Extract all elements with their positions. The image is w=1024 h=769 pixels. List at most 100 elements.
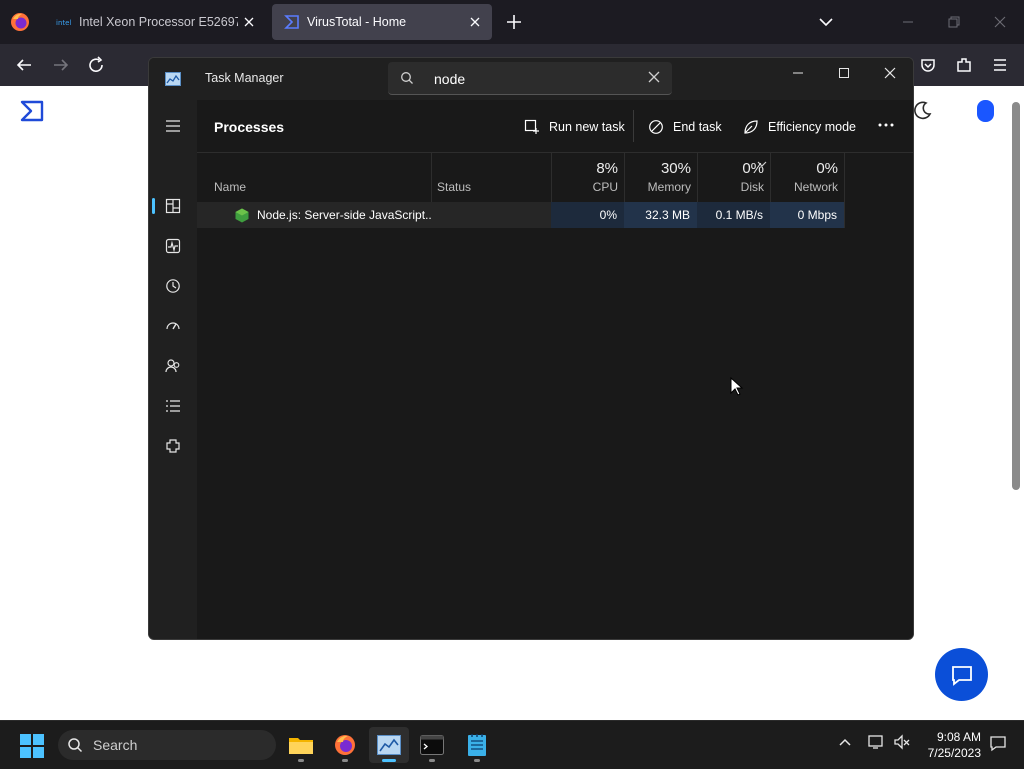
network-icon[interactable] — [868, 734, 886, 753]
end-task-icon — [649, 120, 663, 134]
app-menu-icon[interactable] — [988, 53, 1012, 77]
more-options-icon[interactable] — [877, 116, 895, 137]
app-history-icon[interactable] — [157, 270, 189, 302]
show-hidden-icons-icon[interactable] — [837, 734, 853, 753]
column-header-disk[interactable]: 0% Disk — [697, 152, 770, 200]
task-manager-titlebar[interactable]: Task Manager — [149, 58, 913, 100]
svg-text:intel: intel — [56, 19, 71, 27]
taskbar-search[interactable]: Search — [58, 730, 276, 760]
column-header-status[interactable]: Status — [431, 152, 551, 200]
pocket-icon[interactable] — [916, 53, 940, 77]
close-tab-icon[interactable] — [464, 11, 486, 33]
browser-restore-icon[interactable] — [931, 8, 977, 36]
end-task-button[interactable]: End task — [648, 116, 722, 138]
users-icon[interactable] — [157, 350, 189, 382]
efficiency-leaf-icon — [744, 120, 758, 134]
search-icon — [68, 738, 83, 753]
tab-virustotal[interactable]: VirusTotal - Home — [272, 4, 492, 40]
column-header-cpu[interactable]: 8% CPU — [551, 152, 624, 200]
notifications-icon[interactable] — [989, 734, 1007, 755]
browser-close-icon[interactable] — [977, 8, 1023, 36]
end-task-label: End task — [673, 120, 722, 134]
process-network-cell: 0 Mbps — [770, 202, 844, 228]
task-manager-search[interactable] — [388, 62, 672, 95]
reload-icon[interactable] — [84, 53, 108, 77]
tm-minimize-icon[interactable] — [775, 58, 821, 88]
file-explorer-icon[interactable] — [281, 727, 321, 763]
processes-page: Processes Run new task End task Efficien… — [197, 100, 913, 639]
process-disk-cell: 0.1 MB/s — [697, 202, 770, 228]
process-memory-cell: 32.3 MB — [624, 202, 697, 228]
processes-toolbar: Processes Run new task End task Efficien… — [197, 100, 913, 153]
mouse-cursor-icon — [730, 376, 744, 400]
run-new-task-label: Run new task — [549, 120, 625, 134]
process-cpu-cell: 0% — [551, 202, 624, 228]
firefox-icon[interactable] — [325, 727, 365, 763]
virustotal-icon — [284, 14, 300, 30]
forward-icon[interactable] — [49, 53, 73, 77]
browser-tab-strip: intel Intel Xeon Processor E52697 v2 ...… — [0, 0, 1024, 44]
back-icon[interactable] — [12, 53, 36, 77]
performance-icon[interactable] — [157, 230, 189, 262]
startup-apps-icon[interactable] — [157, 310, 189, 342]
process-status-cell — [431, 202, 551, 228]
terminal-icon[interactable] — [412, 727, 452, 763]
details-icon[interactable] — [157, 390, 189, 422]
firefox-view-icon[interactable] — [9, 11, 31, 33]
virustotal-logo-icon[interactable] — [20, 100, 44, 125]
task-manager-taskbar-icon[interactable] — [369, 727, 409, 763]
network-total: 0% — [816, 160, 838, 177]
efficiency-mode-button[interactable]: Efficiency mode — [743, 116, 856, 138]
clock-time: 9:08 AM — [936, 730, 981, 744]
page-title: Processes — [214, 119, 285, 135]
table-row[interactable]: Node.js: Server-side JavaScript... 0% 32… — [197, 202, 913, 228]
new-tab-icon[interactable] — [503, 11, 525, 33]
tm-maximize-icon[interactable] — [821, 58, 867, 88]
efficiency-mode-label: Efficiency mode — [768, 120, 857, 134]
volume-muted-icon[interactable] — [893, 734, 911, 753]
task-manager-window: Task Manager node Processes Run new task… — [148, 57, 914, 640]
tab-title: Intel Xeon Processor E52697 v2 ... — [79, 15, 238, 29]
taskbar-clock[interactable]: 9:08 AM 7/25/2023 — [917, 729, 981, 761]
memory-total: 30% — [660, 160, 691, 177]
notepad-icon[interactable] — [457, 727, 497, 763]
column-header-memory[interactable]: 30% Memory — [624, 152, 697, 200]
tm-close-icon[interactable] — [867, 58, 913, 88]
page-scrollbar[interactable] — [1012, 102, 1020, 490]
run-new-task-button[interactable]: Run new task — [524, 116, 625, 138]
toolbar-divider — [633, 110, 634, 142]
windows-taskbar: Search 9:08 AM 7/25/2023 — [0, 720, 1024, 769]
processes-icon[interactable] — [157, 190, 189, 222]
column-header-network[interactable]: 0% Network — [770, 152, 844, 200]
task-manager-sidebar — [149, 100, 197, 639]
clock-date: 7/25/2023 — [927, 746, 981, 760]
tab-intel-xeon[interactable]: intel Intel Xeon Processor E52697 v2 ... — [44, 4, 266, 40]
disk-total: 0% — [742, 160, 764, 177]
process-name-cell: Node.js: Server-side JavaScript... — [197, 202, 435, 228]
chat-icon — [951, 665, 972, 686]
column-header-name[interactable]: Name — [197, 152, 431, 200]
search-icon — [400, 71, 414, 88]
account-icon[interactable] — [977, 100, 994, 122]
services-icon[interactable] — [157, 430, 189, 462]
run-new-task-icon — [524, 119, 539, 134]
extensions-icon[interactable] — [952, 53, 976, 77]
taskbar-search-label: Search — [93, 737, 138, 753]
tab-title: VirusTotal - Home — [307, 15, 407, 29]
cpu-total: 8% — [596, 160, 618, 177]
menu-icon[interactable] — [157, 110, 189, 142]
dark-mode-icon[interactable] — [913, 100, 933, 123]
chat-button[interactable] — [935, 648, 988, 701]
active-page-indicator — [152, 198, 155, 214]
windows-start-icon[interactable] — [20, 734, 44, 761]
clear-search-icon[interactable] — [648, 71, 660, 86]
search-input[interactable] — [432, 68, 636, 90]
intel-icon: intel — [56, 14, 72, 30]
window-title: Task Manager — [205, 71, 284, 85]
process-name: Node.js: Server-side JavaScript... — [257, 208, 436, 222]
close-tab-icon[interactable] — [238, 11, 260, 33]
nodejs-icon — [235, 208, 249, 223]
list-all-tabs-icon[interactable] — [815, 11, 837, 33]
browser-minimize-icon[interactable] — [885, 8, 931, 36]
task-manager-app-icon — [165, 72, 181, 89]
